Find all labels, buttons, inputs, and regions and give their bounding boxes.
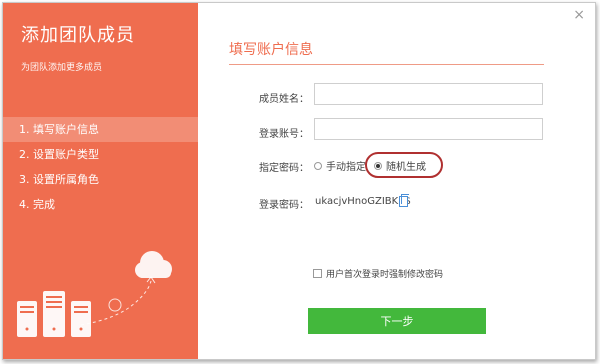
title-divider [229,64,544,65]
generated-password: ukacjvHnoGZIBK3$ [315,196,411,207]
next-button[interactable]: 下一步 [308,308,486,334]
sidebar: 添加团队成员 为团队添加更多成员 1. 填写账户信息 2. 设置账户类型 3. … [3,3,198,359]
login-account-label: 登录账号： [259,129,309,140]
page-title: 填写账户信息 [229,42,313,58]
force-change-label: 用户首次登录时强制修改密码 [326,270,444,280]
step-item-account-type[interactable]: 2. 设置账户类型 [3,142,198,167]
sidebar-title: 添加团队成员 [21,25,135,46]
radio-manual-label: 手动指定 [326,162,366,173]
force-change-option[interactable]: 用户首次登录时强制修改密码 [313,267,443,280]
password-mode-label: 指定密码： [259,163,309,174]
password-label: 登录密码： [259,200,309,211]
steps-list: 1. 填写账户信息 2. 设置账户类型 3. 设置所属角色 4. 完成 [3,117,198,217]
member-name-label: 成员姓名： [259,94,309,105]
member-name-input[interactable] [314,83,543,105]
server-cloud-illustration [17,251,172,337]
radio-manual-circle[interactable] [314,161,322,170]
copy-icon[interactable] [399,194,409,207]
step-item-role[interactable]: 3. 设置所属角色 [3,167,198,192]
add-member-dialog: 添加团队成员 为团队添加更多成员 1. 填写账户信息 2. 设置账户类型 3. … [2,2,596,360]
sidebar-subtitle: 为团队添加更多成员 [21,63,103,73]
radio-manual[interactable]: 手动指定 [314,158,366,173]
selection-highlight [365,152,443,178]
step-item-fill-account[interactable]: 1. 填写账户信息 [3,117,198,142]
login-account-input[interactable] [314,118,543,140]
force-change-checkbox[interactable] [313,269,322,278]
step-item-done[interactable]: 4. 完成 [3,192,198,217]
cloud-icon [135,251,172,278]
close-icon[interactable]: × [573,7,585,23]
